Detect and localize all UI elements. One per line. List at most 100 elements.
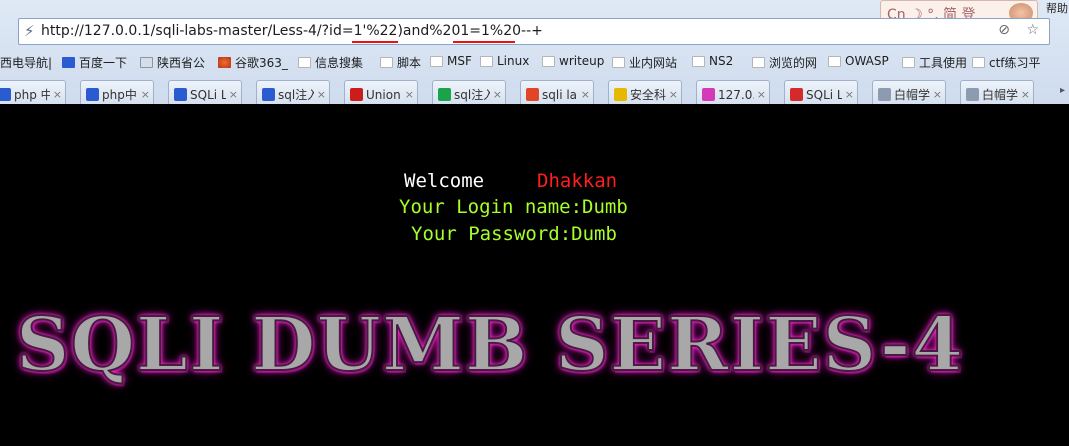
login-name-text: Your Login name:Dumb	[399, 196, 628, 218]
tab-favicon-icon	[174, 88, 187, 101]
tab-label: sql注入	[278, 88, 314, 102]
tab-close-icon[interactable]: ×	[1021, 88, 1030, 101]
tab-close-icon[interactable]: ×	[229, 88, 238, 101]
bookmark-item[interactable]: MSF	[430, 54, 472, 68]
folder-icon	[752, 57, 765, 68]
browser-chrome: Cn ☽ °, 简 登 帮助 ⚡ http://127.0.0.1/sqli-l…	[0, 0, 1069, 104]
tab-label: sqli la	[542, 87, 578, 102]
bookmark-star-icon[interactable]: ⊘ ☆	[998, 22, 1045, 38]
tab-label: sql注入	[454, 88, 490, 102]
bookmark-item[interactable]: 浏览的网	[752, 54, 817, 71]
folder-icon	[972, 57, 985, 68]
bookmark-item[interactable]: 脚本	[380, 54, 421, 71]
bookmarks-bar: 西电导航| 百度一下 陕西省公 谷歌363_ 信息搜集 脚本 MSF Linux writeup…	[0, 52, 1069, 74]
tab-close-icon[interactable]: ×	[53, 88, 62, 101]
folder-icon	[430, 55, 443, 67]
tab-close-icon[interactable]: ×	[141, 88, 150, 101]
tab-label: 白帽学	[982, 88, 1018, 102]
bookmark-item[interactable]: NS2	[692, 54, 733, 68]
folder-icon	[692, 55, 705, 67]
password-text: Your Password:Dumb	[411, 223, 617, 245]
tab-favicon-icon	[438, 88, 451, 101]
browser-tab[interactable]: php中 ×	[80, 80, 154, 104]
browser-tab[interactable]: php 中 ×	[0, 80, 66, 104]
address-bar[interactable]: ⚡ http://127.0.0.1/sqli-labs-master/Less…	[18, 18, 1050, 45]
lightning-icon: ⚡	[24, 22, 35, 40]
bookmark-item[interactable]: 工具使用	[902, 54, 967, 71]
tab-favicon-icon	[878, 88, 891, 101]
folder-icon	[480, 55, 493, 67]
bookmark-item[interactable]: writeup	[542, 54, 604, 68]
browser-tab[interactable]: sqli la ×	[520, 80, 594, 104]
tab-close-icon[interactable]: ×	[581, 88, 590, 101]
bookmark-item[interactable]: OWASP	[828, 54, 889, 68]
series-banner: SQLI DUMB SERIES-4	[15, 301, 964, 389]
tab-favicon-icon	[614, 88, 627, 101]
tab-strip: php 中×php中×SQLi L×sql注入×Union×sql注入×sqli…	[0, 80, 1069, 104]
url-base: http://127.0.0.1/sqli-labs-master/Less-4…	[41, 23, 354, 39]
tab-label: Union	[366, 87, 401, 102]
bookmark-item[interactable]: 西电导航|	[0, 54, 52, 71]
folder-icon	[612, 57, 625, 68]
tab-label: php 中	[14, 88, 50, 102]
tab-favicon-icon	[350, 88, 363, 101]
bookmark-item[interactable]: 百度一下	[62, 54, 127, 71]
browser-tab[interactable]: 白帽学 ×	[872, 80, 946, 104]
url-payload: 1'%22)and%201=1%20--+	[353, 23, 543, 39]
bookmark-label: ctf练习平	[989, 56, 1041, 70]
tab-close-icon[interactable]: ×	[405, 88, 414, 101]
help-menu[interactable]: 帮助	[1046, 0, 1068, 16]
page-icon	[140, 57, 153, 68]
folder-icon	[542, 55, 555, 67]
browser-tab[interactable]: 安全科 ×	[608, 80, 682, 104]
welcome-text: Welcome	[404, 170, 485, 192]
bookmark-label: 西电导航|	[0, 56, 53, 70]
paw-icon	[62, 57, 75, 68]
tab-favicon-icon	[86, 88, 99, 101]
tab-favicon-icon	[526, 88, 539, 101]
bookmark-label: writeup	[559, 54, 605, 68]
bookmark-label: 工具使用	[919, 56, 968, 70]
tab-close-icon[interactable]: ×	[845, 88, 854, 101]
folder-icon	[902, 57, 915, 68]
bookmark-item[interactable]: 信息搜集	[298, 54, 363, 71]
url-text[interactable]: http://127.0.0.1/sqli-labs-master/Less-4…	[41, 23, 543, 39]
tab-close-icon[interactable]: ×	[933, 88, 942, 101]
tab-label: php中	[102, 88, 137, 102]
tab-favicon-icon	[702, 88, 715, 101]
tab-close-icon[interactable]: ×	[669, 88, 678, 101]
tab-close-icon[interactable]: ×	[757, 88, 766, 101]
bookmark-item[interactable]: ctf练习平	[972, 54, 1041, 71]
tab-label: 白帽学	[894, 88, 930, 102]
bookmark-label: 谷歌363_	[235, 56, 288, 70]
browser-tab[interactable]: SQLi L ×	[784, 80, 858, 104]
tab-close-icon[interactable]: ×	[493, 88, 502, 101]
red-underline-annotation	[453, 41, 515, 43]
bookmark-label: OWASP	[845, 54, 889, 68]
browser-tab[interactable]: 127.0.0×	[696, 80, 770, 104]
bookmark-label: 陕西省公	[157, 56, 206, 70]
tab-favicon-icon	[262, 88, 275, 101]
folder-icon	[828, 55, 841, 67]
browser-tab[interactable]: sql注入×	[256, 80, 330, 104]
tab-scroll-right-icon[interactable]: ▸	[1060, 85, 1065, 96]
tab-label: SQLi L	[190, 87, 226, 102]
bookmark-item[interactable]: Linux	[480, 54, 529, 68]
tab-favicon-icon	[966, 88, 979, 101]
tab-favicon-icon	[0, 88, 11, 101]
folder-icon	[298, 57, 311, 68]
browser-tab[interactable]: SQLi L ×	[168, 80, 242, 104]
tab-close-icon[interactable]: ×	[317, 88, 326, 101]
bookmark-label: NS2	[709, 54, 734, 68]
browser-tab[interactable]: Union ×	[344, 80, 418, 104]
username-text: Dhakkan	[537, 170, 618, 192]
browser-tab[interactable]: 白帽学 ×	[960, 80, 1034, 104]
bookmark-item[interactable]: 谷歌363_	[218, 54, 288, 71]
bookmark-label: 业内网站	[629, 56, 678, 70]
bookmark-label: 浏览的网	[769, 56, 818, 70]
bookmark-item[interactable]: 陕西省公	[140, 54, 205, 71]
bookmark-label: 信息搜集	[315, 56, 364, 70]
360-icon	[218, 57, 231, 68]
browser-tab[interactable]: sql注入×	[432, 80, 506, 104]
bookmark-item[interactable]: 业内网站	[612, 54, 677, 71]
